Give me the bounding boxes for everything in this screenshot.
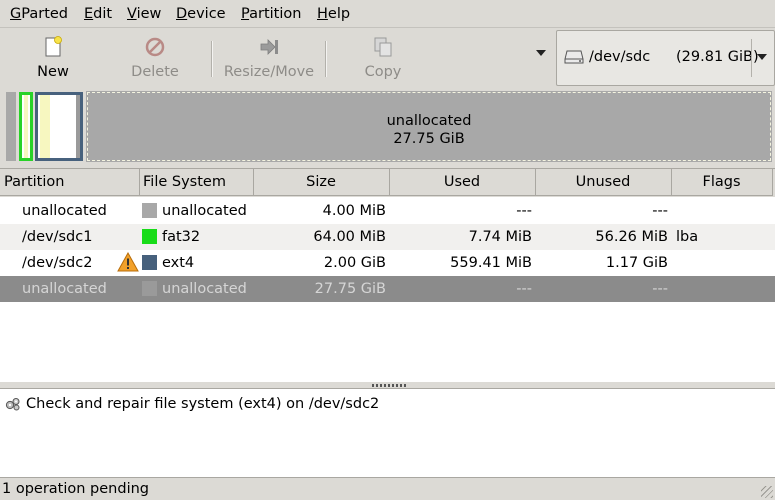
menu-view-mnemonic: V xyxy=(127,6,137,22)
menu-edit-mnemonic: E xyxy=(84,6,94,22)
toolbar-separator xyxy=(211,41,213,77)
menu-partition-mnemonic: P xyxy=(241,6,250,22)
filesystem-color-swatch xyxy=(142,281,157,296)
partition-name: /dev/sdc2 xyxy=(22,255,93,271)
chevron-down-icon xyxy=(757,54,767,60)
disk-map-sdc2[interactable] xyxy=(35,92,83,161)
column-header-flags[interactable]: Flags xyxy=(671,169,773,196)
column-header-size[interactable]: Size xyxy=(253,169,390,196)
menu-edit[interactable]: Edit xyxy=(84,5,112,23)
partition-unused: --- xyxy=(652,281,668,297)
menu-help-label: elp xyxy=(327,6,351,22)
column-header-unused[interactable]: Unused xyxy=(535,169,672,196)
resize-move-icon xyxy=(260,39,278,55)
table-row[interactable]: /dev/sdc2 ext4 2.00 GiB 559.41 MiB 1.17 … xyxy=(0,250,775,276)
partition-name: unallocated xyxy=(22,281,107,297)
column-header-used[interactable]: Used xyxy=(389,169,536,196)
filesystem-type: ext4 xyxy=(162,255,195,271)
menu-bar: GParted Edit View Device Partition Help xyxy=(0,0,775,27)
menu-device[interactable]: Device xyxy=(176,5,226,23)
disk-map-sdc1-used xyxy=(24,95,28,158)
table-header: Partition File System Size Used Unused F… xyxy=(0,169,775,197)
device-selector[interactable]: /dev/sdc (29.81 GiB) xyxy=(556,30,775,86)
copy-button-label: Copy xyxy=(364,64,402,80)
hard-disk-icon xyxy=(564,50,584,64)
disk-map-sdc2-unused xyxy=(76,95,80,158)
filesystem-type: unallocated xyxy=(162,281,247,297)
partition-unused: --- xyxy=(652,203,668,219)
table-row[interactable]: /dev/sdc1 fat32 64.00 MiB 7.74 MiB 56.26… xyxy=(0,224,775,250)
menu-view-label: iew xyxy=(136,6,162,22)
partition-size: 64.00 MiB xyxy=(313,229,386,245)
new-button-label: New xyxy=(37,64,69,80)
partition-size: 4.00 MiB xyxy=(322,203,386,219)
menu-gparted-label: Parted xyxy=(21,6,68,22)
disk-map-sdc1[interactable] xyxy=(19,92,33,161)
resize-grip-icon[interactable] xyxy=(761,486,773,498)
warning-icon[interactable] xyxy=(117,252,139,272)
partition-used: 7.74 MiB xyxy=(468,229,532,245)
copy-button[interactable]: Copy xyxy=(350,28,416,86)
partition-unused: 1.17 GiB xyxy=(605,255,668,271)
splitter-grip xyxy=(372,384,406,387)
column-header-filesystem[interactable]: File System xyxy=(139,169,254,196)
filesystem-type: fat32 xyxy=(162,229,201,245)
status-text: 1 operation pending xyxy=(2,481,150,497)
disk-map-unallocated-selected[interactable]: unallocated 27.75 GiB xyxy=(86,91,772,162)
new-button[interactable]: New xyxy=(20,28,86,86)
disk-map: unallocated 27.75 GiB xyxy=(0,88,775,167)
device-name: /dev/sdc xyxy=(589,49,651,65)
operation-item[interactable]: Check and repair file system (ext4) on /… xyxy=(26,395,379,413)
partition-unused: 56.26 MiB xyxy=(595,229,668,245)
disk-map-sdc2-used xyxy=(40,95,50,158)
menu-gparted[interactable]: GParted xyxy=(10,5,68,23)
resize-move-button-label: Resize/Move xyxy=(223,64,315,80)
partition-size: 2.00 GiB xyxy=(323,255,386,271)
disk-map-unallocated-label: unallocated xyxy=(386,113,472,129)
delete-icon xyxy=(145,37,165,57)
partition-used: 559.41 MiB xyxy=(450,255,532,271)
table-row[interactable]: unallocated unallocated 27.75 GiB --- --… xyxy=(0,276,775,302)
partition-used: --- xyxy=(516,203,532,219)
partition-name: unallocated xyxy=(22,203,107,219)
disk-map-unallocated-small[interactable] xyxy=(6,92,16,161)
disk-map-unallocated-size: 27.75 GiB xyxy=(393,131,465,147)
partition-used: --- xyxy=(516,281,532,297)
status-bar: 1 operation pending xyxy=(0,478,775,500)
toolbar-separator xyxy=(325,41,327,77)
filesystem-color-swatch xyxy=(142,229,157,244)
filesystem-color-swatch xyxy=(142,255,157,270)
menu-gparted-mnemonic: G xyxy=(10,6,22,22)
partition-name: /dev/sdc1 xyxy=(22,229,93,245)
menu-device-label: evice xyxy=(187,6,226,22)
filesystem-type: unallocated xyxy=(162,203,247,219)
partition-size: 27.75 GiB xyxy=(314,281,386,297)
menu-partition-label: artition xyxy=(249,6,302,22)
column-header-partition[interactable]: Partition xyxy=(0,169,140,196)
device-selector-divider xyxy=(751,39,752,77)
check-repair-icon xyxy=(5,398,20,411)
menu-device-mnemonic: D xyxy=(176,6,188,22)
menu-partition[interactable]: Partition xyxy=(241,5,301,23)
menu-help[interactable]: Help xyxy=(317,5,350,23)
partition-flags: lba xyxy=(676,229,699,245)
copy-icon xyxy=(374,37,392,57)
toolbar-overflow-arrow-icon[interactable] xyxy=(536,50,546,56)
menu-view[interactable]: View xyxy=(127,5,161,23)
menu-edit-label: dit xyxy=(93,6,113,22)
new-document-icon xyxy=(45,36,62,57)
device-size: (29.81 GiB) xyxy=(676,49,759,65)
delete-button[interactable]: Delete xyxy=(120,28,190,86)
table-row[interactable]: unallocated unallocated 4.00 MiB --- --- xyxy=(0,198,775,224)
filesystem-color-swatch xyxy=(142,203,157,218)
delete-button-label: Delete xyxy=(131,64,179,80)
pending-operations-list: Check and repair file system (ext4) on /… xyxy=(0,388,775,478)
resize-move-button[interactable]: Resize/Move xyxy=(220,28,318,86)
menu-help-mnemonic: H xyxy=(317,6,328,22)
partition-table: Partition File System Size Used Unused F… xyxy=(0,168,775,383)
